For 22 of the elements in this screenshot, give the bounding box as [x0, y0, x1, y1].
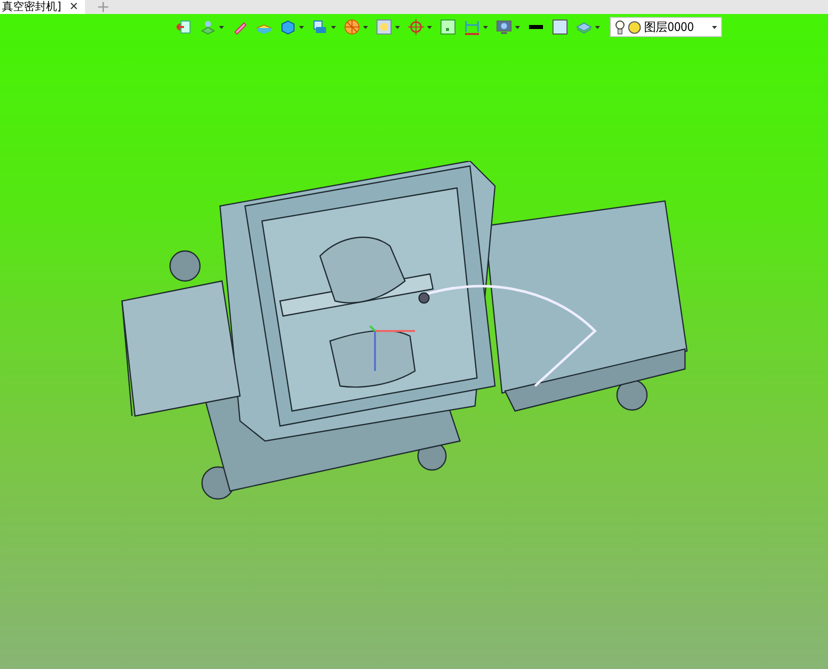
caret-icon[interactable]	[219, 26, 224, 28]
circle-icon	[628, 20, 641, 34]
document-tab[interactable]: 真空密封机] ✕	[0, 0, 85, 14]
caret-icon[interactable]	[483, 26, 488, 28]
lightbulb-icon	[615, 20, 625, 34]
monitor-icon[interactable]	[496, 19, 512, 35]
layer-dropdown[interactable]: 图层0000	[610, 17, 722, 37]
caret-icon[interactable]	[363, 26, 368, 28]
close-tab-button[interactable]: ✕	[69, 1, 79, 13]
box-window-icon[interactable]	[312, 19, 328, 35]
fill-square-icon[interactable]	[552, 19, 568, 35]
caret-icon[interactable]	[299, 26, 304, 28]
layer-name: 图层0000	[644, 18, 695, 36]
tab-label: 真空密封机]	[2, 0, 62, 14]
caret-icon[interactable]	[515, 26, 520, 28]
caret-icon[interactable]	[395, 26, 400, 28]
caret-icon[interactable]	[427, 26, 432, 28]
cube-icon[interactable]	[280, 19, 296, 35]
exit-icon[interactable]	[176, 19, 192, 35]
caret-icon[interactable]	[712, 26, 717, 28]
caret-icon[interactable]	[595, 26, 600, 28]
caret-icon[interactable]	[331, 26, 336, 28]
